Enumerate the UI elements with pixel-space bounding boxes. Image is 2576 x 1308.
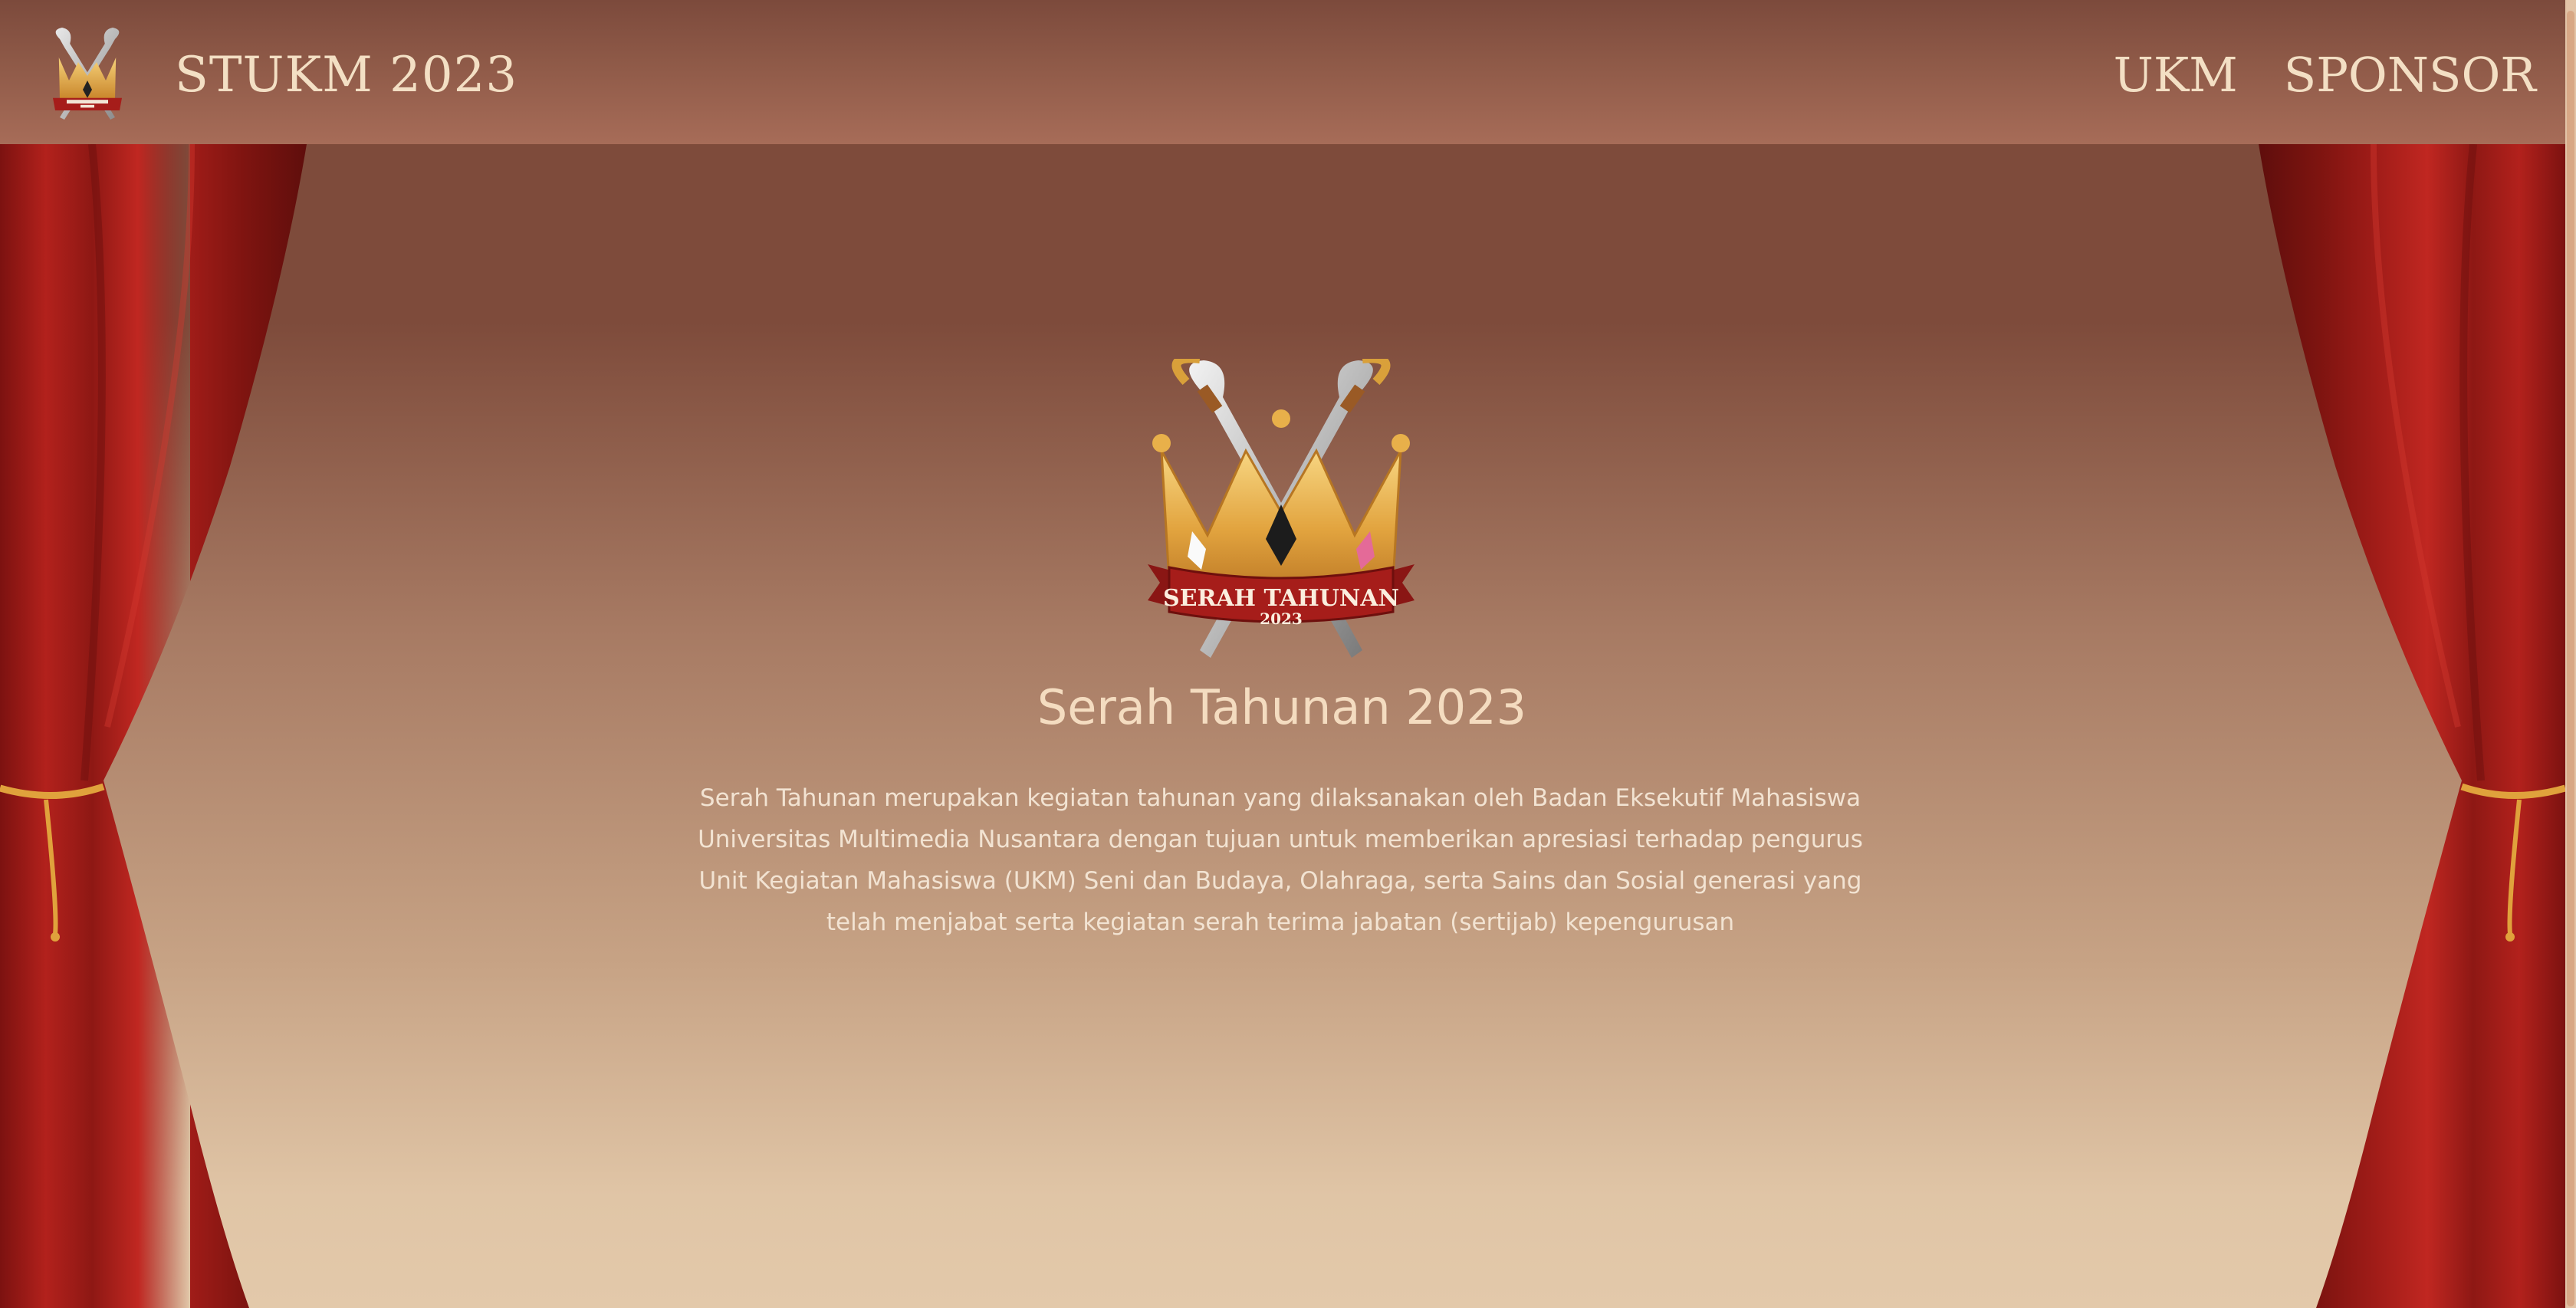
top-navbar: STUKM 2023 UKM SPONSOR — [0, 0, 2565, 144]
left-curtain — [0, 144, 307, 1308]
nav-link-sponsor[interactable]: SPONSOR — [2284, 44, 2536, 106]
brand-title[interactable]: STUKM 2023 — [175, 44, 518, 106]
scrollbar[interactable] — [2565, 0, 2576, 1308]
hero-description: Serah Tahunan merupakan kegiatan tahunan… — [698, 784, 1863, 936]
logo-banner-year: 2023 — [1260, 610, 1303, 628]
logo-banner-text: SERAH TAHUNAN — [1163, 585, 1399, 612]
nav-link-ukm[interactable]: UKM — [2114, 44, 2238, 106]
right-curtain — [2259, 144, 2565, 1308]
main-nav: UKM SPONSOR — [2114, 44, 2536, 106]
crown-swords-logo-icon: SERAH TAHUNAN 2023 — [1148, 359, 1414, 658]
stage-background: STUKM 2023 UKM SPONSOR SERAH TAHUNAN 202… — [0, 0, 2576, 1308]
hero-title: Serah Tahunan 2023 — [1037, 679, 1527, 735]
crown-swords-logo-icon[interactable] — [41, 25, 133, 127]
scrollbar-thumb[interactable] — [2567, 11, 2574, 1306]
